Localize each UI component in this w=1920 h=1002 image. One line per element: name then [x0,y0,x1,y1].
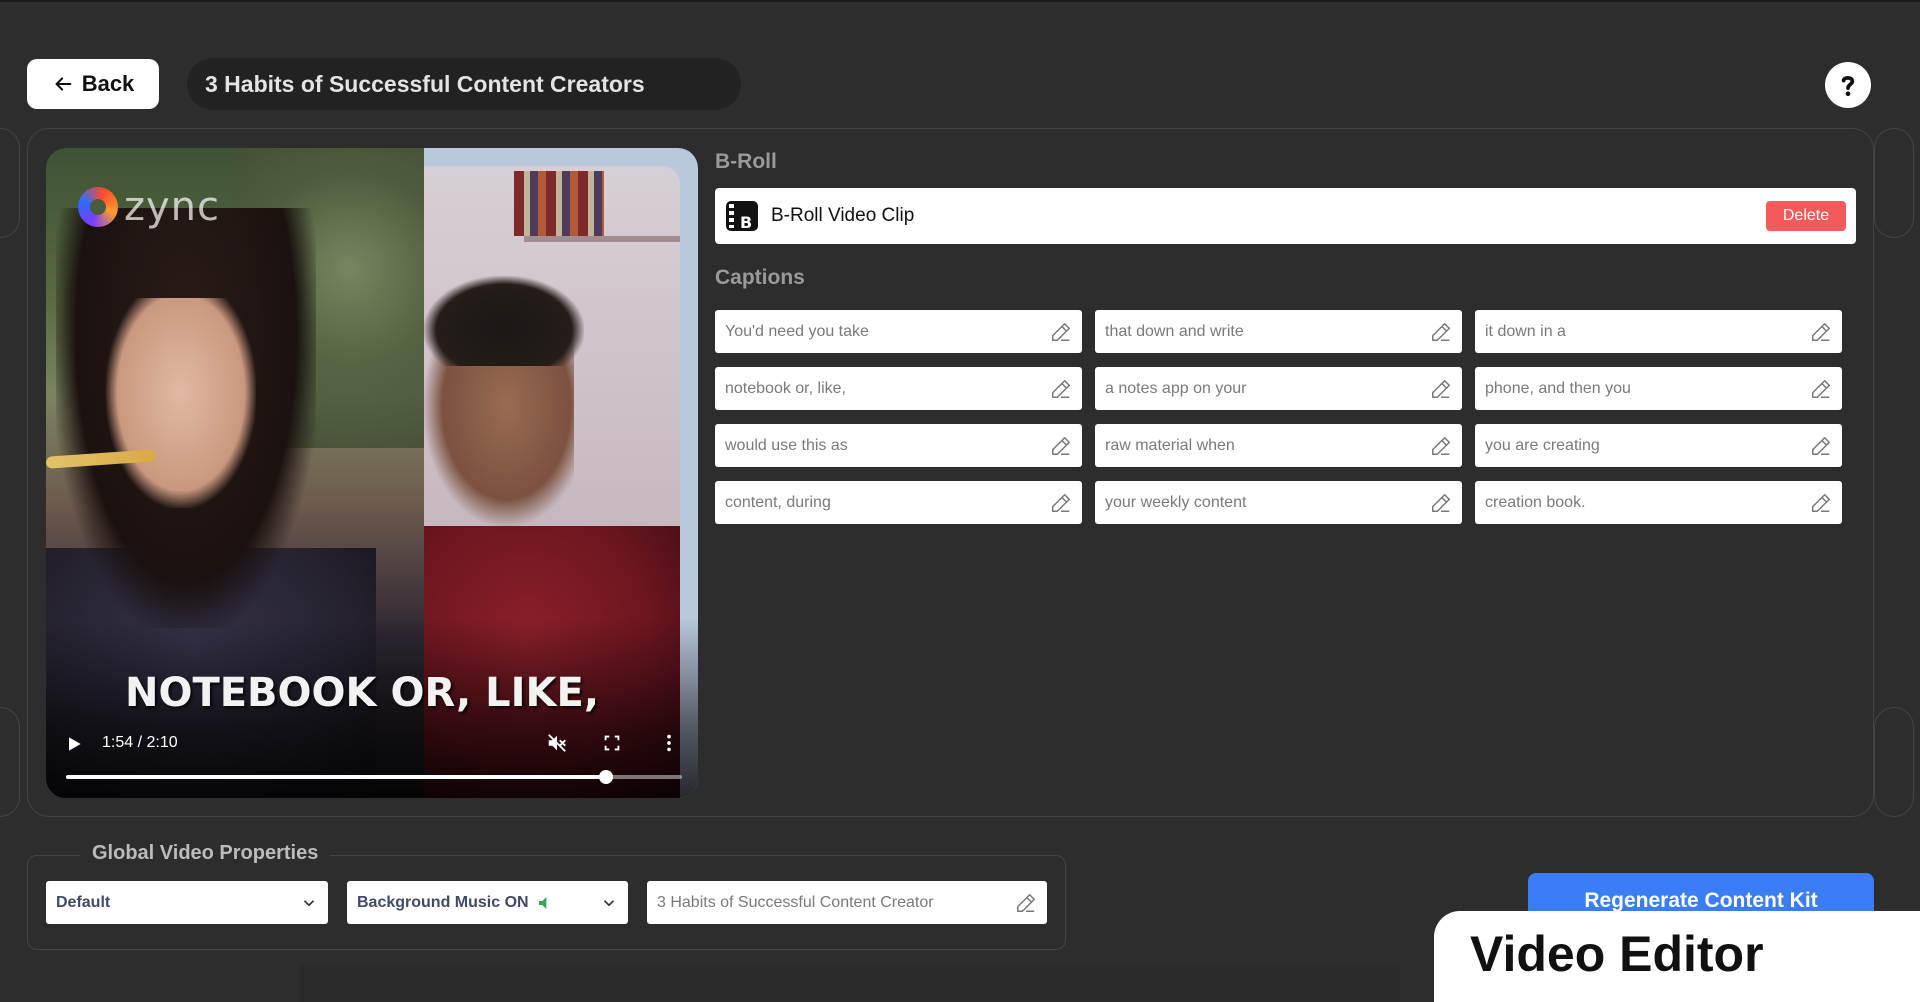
caption-field[interactable] [1475,310,1842,353]
caption-input[interactable] [1485,436,1810,455]
back-button-label: Back [81,71,135,96]
caption-input[interactable] [1105,493,1430,512]
project-title-text: 3 Habits of Successful Content Creators [205,70,645,97]
play-icon[interactable] [64,734,84,754]
caption-field[interactable] [1095,367,1462,410]
logo-text: zync [124,184,221,230]
video-title-field[interactable] [647,881,1047,924]
caption-field[interactable] [715,424,1082,467]
background-music-select[interactable]: Background Music ON [347,881,628,924]
pencil-icon[interactable] [1430,492,1452,514]
footer-shadow [300,965,1400,1002]
caption-field[interactable] [1095,481,1462,524]
pencil-icon[interactable] [1015,892,1037,914]
broll-section-label: B-Roll [715,150,777,173]
help-button[interactable] [1825,62,1871,108]
pencil-icon[interactable] [1810,321,1832,343]
caption-input[interactable] [725,493,1050,512]
woman-face [106,298,256,508]
caption-input[interactable] [1485,322,1810,341]
pencil-icon[interactable] [1430,321,1452,343]
broll-clip-title: B-Roll Video Clip [771,205,915,226]
caption-input[interactable] [725,322,1050,341]
broll-clip-row[interactable]: B B-Roll Video Clip Delete [715,188,1856,244]
caption-input[interactable] [1105,322,1430,341]
caption-input[interactable] [1485,379,1810,398]
speaker-icon [538,896,546,909]
question-mark-icon [1841,76,1855,97]
caption-field[interactable] [715,481,1082,524]
caption-input[interactable] [1485,493,1810,512]
pencil-icon[interactable] [1050,321,1072,343]
pencil-icon[interactable] [1810,378,1832,400]
back-button[interactable]: Back [27,59,159,109]
broll-film-icon: B [726,201,758,232]
arrow-left-icon [55,77,72,91]
caption-field[interactable] [1475,424,1842,467]
svg-text:B: B [740,213,752,232]
style-select-value: Default [56,893,111,911]
pencil-icon[interactable] [1430,378,1452,400]
panel-edge-decoration [0,707,20,817]
caption-field[interactable] [1475,481,1842,524]
fullscreen-icon[interactable] [601,732,623,754]
panel-edge-decoration [1874,707,1914,817]
seek-bar-handle[interactable] [599,770,614,784]
caption-field[interactable] [715,310,1082,353]
music-select-value: Background Music ON [357,893,529,911]
video-title-input[interactable] [657,893,1015,912]
pencil-icon[interactable] [1050,378,1072,400]
seek-bar[interactable] [66,770,682,784]
zync-logo-icon [78,187,118,227]
caption-field[interactable] [1475,367,1842,410]
caption-input[interactable] [1105,379,1430,398]
captions-grid [715,310,1842,524]
panel-edge-decoration [1874,128,1914,238]
video-editor-label: Video Editor [1470,926,1764,982]
panel-edge-decoration [0,128,20,238]
more-options-icon[interactable] [658,732,680,754]
pencil-icon[interactable] [1810,492,1832,514]
global-properties-title: Global Video Properties [80,842,331,865]
bookshelf [524,236,680,242]
pencil-icon[interactable] [1430,435,1452,457]
top-border [0,0,1920,2]
caption-field[interactable] [1095,424,1462,467]
pencil-icon[interactable] [1050,435,1072,457]
time-display: 1:54 / 2:10 [102,734,178,751]
project-title: 3 Habits of Successful Content Creators [187,58,741,110]
captions-section-label: Captions [715,266,805,289]
muted-volume-icon[interactable] [546,732,568,754]
pencil-icon[interactable] [1050,492,1072,514]
delete-broll-button[interactable]: Delete [1766,201,1846,231]
chevron-down-icon [303,899,315,906]
caption-input[interactable] [1105,436,1430,455]
caption-field[interactable] [1095,310,1462,353]
man-hair [424,276,584,366]
caption-field[interactable] [715,367,1082,410]
video-player[interactable]: zync NOTEBOOK OR, LIKE, 1:54 / 2:10 [46,148,698,798]
seek-bar-fill [66,775,607,779]
video-editor-label-card: Video Editor [1434,911,1920,1002]
chevron-down-icon [603,899,615,906]
video-controls: 1:54 / 2:10 [46,726,698,798]
style-select[interactable]: Default [46,881,328,924]
burned-in-caption: NOTEBOOK OR, LIKE, [124,670,600,716]
zync-logo: zync [78,184,220,230]
caption-input[interactable] [725,379,1050,398]
caption-input[interactable] [725,436,1050,455]
pencil-icon[interactable] [1810,435,1832,457]
bookshelf-books [514,171,604,236]
